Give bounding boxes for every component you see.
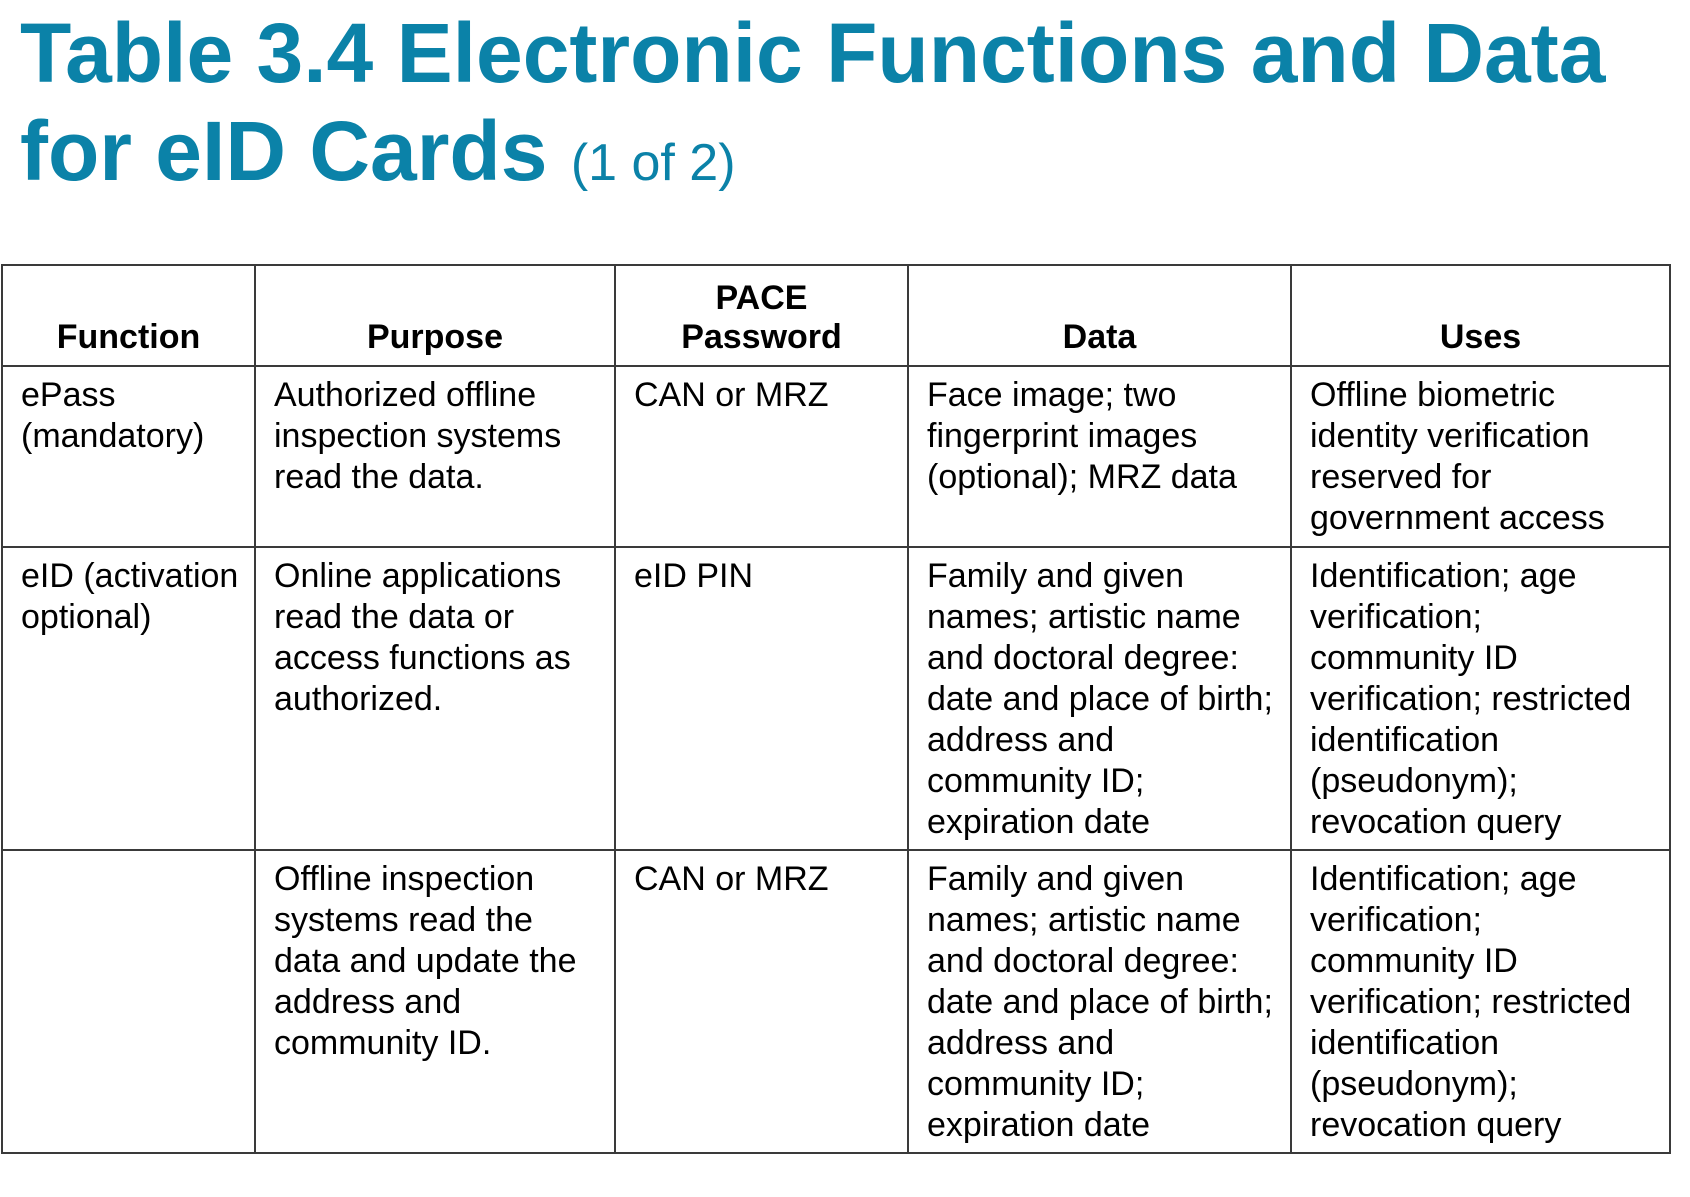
cell-function [1, 849, 256, 1154]
table-row: eID (activation optional) Online applica… [1, 546, 1671, 851]
header-data: Data [907, 264, 1292, 367]
table-header-row: Function Purpose PACE Password Data Uses [1, 264, 1671, 367]
cell-pace-password: eID PIN [614, 546, 909, 851]
header-pace-line-2: Password [681, 318, 842, 356]
cell-uses: Identification; age verification; commun… [1290, 546, 1671, 851]
cell-pace-password: CAN or MRZ [614, 849, 909, 1154]
header-pace-line-1: PACE [715, 279, 808, 317]
cell-purpose: Online applications read the data or acc… [254, 546, 616, 851]
header-uses: Uses [1290, 264, 1671, 367]
cell-function: ePass (mandatory) [1, 365, 256, 548]
header-purpose: Purpose [254, 264, 616, 367]
cell-pace-password: CAN or MRZ [614, 365, 909, 548]
cell-purpose: Authorized offline inspection systems re… [254, 365, 616, 548]
cell-uses: Offline biometric identity verification … [1290, 365, 1671, 548]
cell-data: Family and given names; artistic name an… [907, 546, 1292, 851]
cell-uses: Identification; age verification; commun… [1290, 849, 1671, 1154]
title-line-2: for eID Cards (1 of 2) [20, 102, 1660, 212]
cell-data: Face image; two fingerprint images (opti… [907, 365, 1292, 548]
header-function: Function [1, 264, 256, 367]
slide-title: Table 3.4 Electronic Functions and Data … [20, 4, 1660, 212]
title-page-indicator: (1 of 2) [570, 134, 736, 192]
header-pace-password: PACE Password [614, 264, 909, 367]
table-row: Offline inspection systems read the data… [1, 849, 1671, 1154]
cell-purpose: Offline inspection systems read the data… [254, 849, 616, 1154]
title-line-1: Table 3.4 Electronic Functions and Data [20, 6, 1606, 100]
eid-functions-table: Function Purpose PACE Password Data Uses… [1, 264, 1671, 1154]
cell-function: eID (activation optional) [1, 546, 256, 851]
cell-data: Family and given names; artistic name an… [907, 849, 1292, 1154]
title-main: for eID Cards [20, 104, 548, 198]
table-row: ePass (mandatory) Authorized offline ins… [1, 365, 1671, 548]
